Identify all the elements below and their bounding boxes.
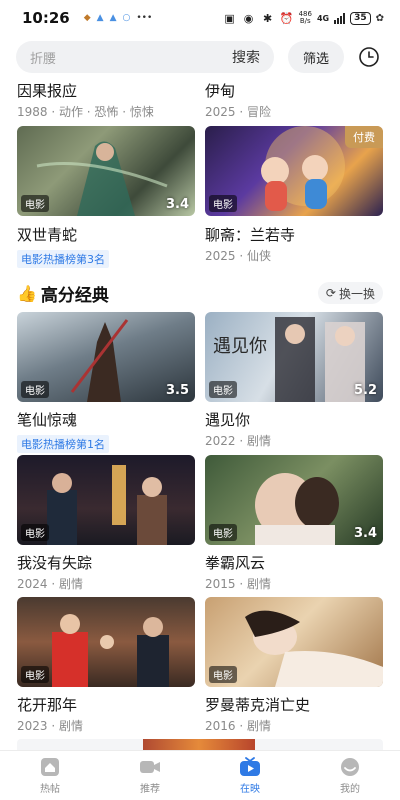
movie-poster[interactable]: 电影 (205, 597, 383, 687)
app-notification-icon: ▲ (109, 13, 117, 23)
rating-score: 3.4 (353, 526, 377, 541)
rank-badge[interactable]: 电影热播榜第3名 (17, 250, 109, 268)
category-tag: 电影 (21, 524, 49, 541)
bluetooth-icon: ✱ (262, 11, 273, 25)
movie-title: 双世青蛇 (17, 226, 78, 244)
profile-icon (341, 757, 359, 776)
thumbs-up-icon: 👍 (17, 283, 37, 303)
network-type: 4G (316, 13, 330, 23)
movie-title: 花开那年 (17, 696, 78, 714)
section-header: 👍 高分经典 ⟳ 换一换 (17, 280, 383, 306)
search-row: 折腰 搜索 筛选 (16, 41, 388, 73)
filter-button[interactable]: 筛选 (288, 41, 344, 73)
alarm-icon: ⏰ (279, 11, 294, 25)
movie-poster[interactable]: 付费 电影 (205, 126, 383, 216)
movie-title: 因果报应 (17, 82, 78, 100)
app-notification-icon: ▲ (96, 13, 104, 23)
history-clock-icon[interactable] (358, 46, 380, 68)
movie-poster[interactable]: 电影 3.5 (17, 312, 195, 402)
nfc-icon: ▣ (224, 11, 235, 25)
movie-info: 遇见你 2022 · 剧情 (205, 409, 271, 449)
list-item[interactable]: 伊甸 2025 · 冒险 (205, 80, 271, 120)
movie-info: 双世青蛇 电影热播榜第3名 (17, 224, 109, 268)
list-item[interactable]: 因果报应 1988 · 动作 · 恐怖 · 惊悚 (17, 80, 154, 120)
movie-meta: 2022 · 剧情 (205, 434, 271, 448)
movie-poster[interactable]: 电影 3.4 (205, 455, 383, 545)
nav-item-now-showing[interactable]: 在映 (200, 751, 300, 800)
refresh-button[interactable]: ⟳ 换一换 (317, 282, 383, 304)
video-camera-icon (140, 760, 160, 773)
section-title: 高分经典 (40, 285, 109, 306)
movie-title: 聊斋：兰若寺 (205, 226, 296, 244)
refresh-label: 换一换 (338, 286, 375, 301)
movie-poster[interactable]: 电影 3.4 (17, 126, 195, 216)
more-notifications-icon: ••• (136, 13, 153, 23)
status-time: 10:26 (22, 9, 70, 27)
category-tag: 电影 (21, 195, 49, 212)
nav-label: 推荐 (140, 783, 160, 795)
movie-title: 拳霸风云 (205, 554, 266, 572)
nav-item-profile[interactable]: 我的 (300, 751, 400, 800)
movie-poster[interactable]: 电影 (17, 597, 195, 687)
movie-meta: 2025 · 冒险 (205, 105, 271, 119)
category-tag: 电影 (209, 524, 237, 541)
movie-meta: 2015 · 剧情 (205, 577, 271, 591)
rating-score: 3.5 (165, 383, 189, 398)
movie-poster[interactable]: 电影 (17, 455, 195, 545)
category-tag: 电影 (209, 381, 237, 398)
status-bar: 10:26 ◆ ▲ ▲ ○ ••• ▣ ◉ ✱ ⏰ 486 B/s 4G 35 … (0, 0, 400, 36)
movie-meta: 2016 · 剧情 (205, 719, 271, 733)
svg-text:遇见你: 遇见你 (213, 336, 267, 357)
movie-title: 遇见你 (205, 411, 251, 429)
nav-label: 在映 (240, 783, 260, 795)
movie-info: 罗曼蒂克消亡史 2016 · 剧情 (205, 694, 310, 734)
movie-info: 拳霸风云 2015 · 剧情 (205, 552, 271, 592)
movie-meta: 2025 · 仙侠 (205, 249, 271, 263)
movie-title: 罗曼蒂克消亡史 (205, 696, 311, 714)
rank-badge[interactable]: 电影热播榜第1名 (17, 435, 109, 453)
movie-info: 花开那年 2023 · 剧情 (17, 694, 83, 734)
movie-info: 聊斋：兰若寺 2025 · 仙侠 (205, 224, 295, 264)
leaf-icon: ✿ (375, 12, 384, 24)
movie-title: 笔仙惊魂 (17, 411, 78, 429)
nav-item-recommend[interactable]: 推荐 (100, 751, 200, 800)
refresh-icon: ⟳ (325, 286, 336, 300)
category-tag: 电影 (21, 381, 49, 398)
rating-score: 3.4 (165, 197, 189, 212)
bottom-nav: 热帖 推荐 在映 我的 (0, 750, 400, 800)
tv-icon (240, 756, 260, 776)
vibrate-icon: ◉ (243, 11, 254, 25)
notification-icons: ◆ ▲ ▲ ○ ••• (84, 13, 153, 23)
rating-score: 5.2 (353, 383, 377, 398)
app-notification-icon: ◆ (83, 13, 91, 23)
search-button[interactable]: 搜索 (232, 47, 260, 67)
nav-item-hot-posts[interactable]: 热帖 (0, 751, 100, 800)
movie-title: 伊甸 (205, 82, 236, 100)
battery-icon: 35 (350, 11, 371, 25)
category-tag: 电影 (21, 666, 49, 683)
movie-title: 我没有失踪 (17, 554, 93, 572)
category-tag: 电影 (209, 195, 237, 212)
movie-info: 我没有失踪 2024 · 剧情 (17, 552, 92, 592)
category-tag: 电影 (209, 666, 237, 683)
home-icon (41, 757, 59, 776)
movie-poster[interactable]: 遇见你 电影 5.2 (205, 312, 383, 402)
nav-label: 我的 (340, 783, 360, 795)
nav-label: 热帖 (40, 783, 60, 795)
signal-icon (334, 12, 346, 24)
movie-info: 笔仙惊魂 电影热播榜第1名 (17, 409, 109, 453)
paid-badge: 付费 (345, 126, 383, 148)
movie-meta: 2024 · 剧情 (17, 577, 83, 591)
app-notification-icon: ○ (122, 13, 131, 23)
search-placeholder: 折腰 (30, 51, 57, 67)
search-input[interactable]: 折腰 搜索 (16, 41, 274, 73)
movie-meta: 2023 · 剧情 (17, 719, 83, 733)
movie-meta: 1988 · 动作 · 恐怖 · 惊悚 (17, 105, 154, 119)
net-speed: 486 B/s (298, 10, 312, 25)
